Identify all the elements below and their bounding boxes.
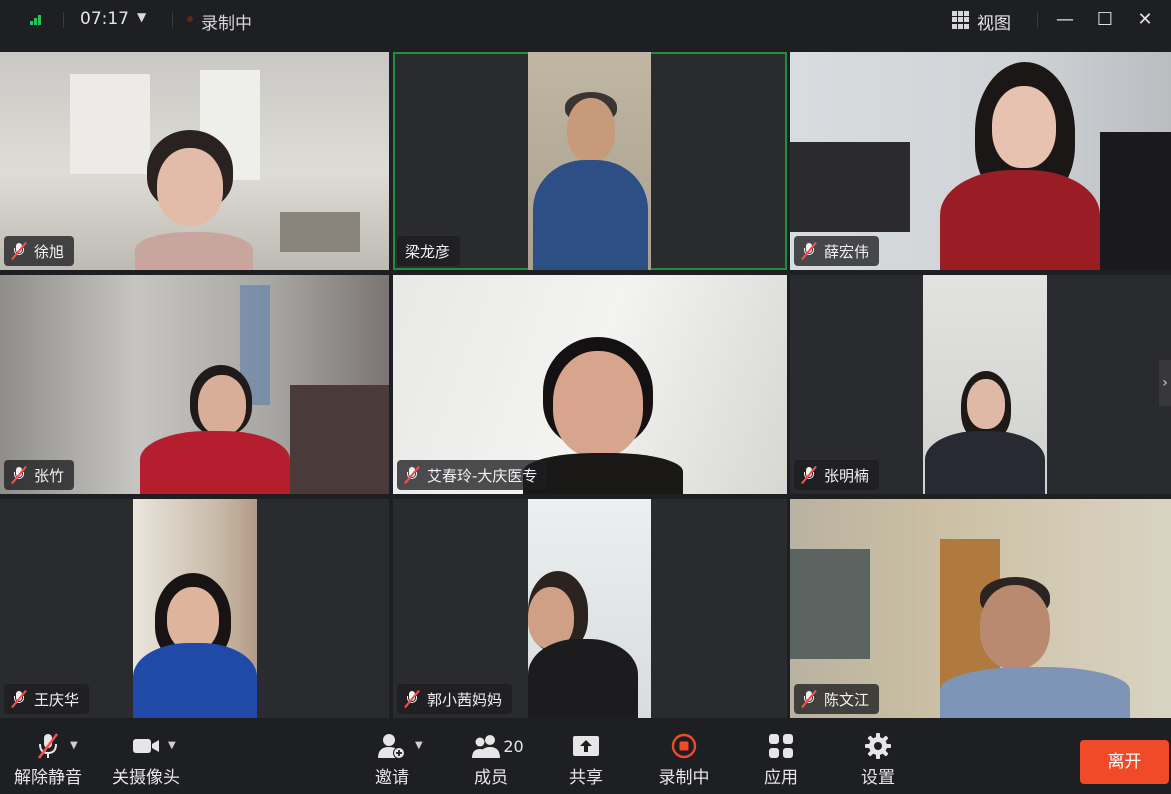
participant-name-tag: 薛宏伟	[794, 236, 880, 266]
mic-muted-icon: ▼	[6, 732, 90, 760]
participant-name-tag: 艾春玲-大庆医专	[397, 460, 548, 490]
share-screen-icon	[562, 732, 610, 760]
participant-name: 梁龙彦	[405, 242, 451, 261]
video-feed	[528, 499, 651, 718]
camera-label: 关摄像头	[112, 768, 180, 788]
window	[790, 549, 870, 659]
video-tile[interactable]: 张竹	[0, 275, 389, 494]
participant-name: 王庆华	[34, 690, 80, 709]
gear-icon	[854, 732, 902, 760]
video-feed	[923, 275, 1047, 494]
next-page-arrow-icon[interactable]: ›	[1159, 360, 1171, 406]
participant-name-tag: 王庆华	[4, 684, 90, 714]
participant-name-tag: 张竹	[4, 460, 75, 490]
unmute-label: 解除静音	[14, 768, 82, 788]
participant-name: 徐旭	[34, 242, 65, 261]
grid-view-icon[interactable]	[952, 11, 970, 29]
participant-name: 陈文江	[824, 690, 870, 709]
invite-label: 邀请	[375, 768, 409, 788]
settings-label: 设置	[861, 768, 895, 788]
divider	[63, 12, 64, 28]
members-button[interactable]: 20 成员	[466, 732, 530, 788]
apps-label: 应用	[764, 768, 798, 788]
participant-name-tag: 徐旭	[4, 236, 75, 266]
video-feed	[133, 499, 257, 718]
participant-silhouette	[925, 371, 1045, 494]
participant-silhouette	[140, 365, 290, 494]
recording-status: 录制中	[201, 14, 252, 34]
participant-silhouette	[940, 62, 1100, 270]
mic-muted-icon	[801, 689, 817, 709]
unmute-button[interactable]: ▼ 解除静音	[6, 732, 90, 788]
members-count: 20	[503, 736, 524, 756]
video-tile[interactable]: 陈文江	[790, 499, 1171, 718]
leave-meeting-button[interactable]: 离开	[1080, 740, 1169, 784]
record-label: 录制中	[658, 768, 710, 788]
mic-muted-icon	[11, 465, 27, 485]
printer	[790, 142, 910, 232]
participant-name-tag: 梁龙彦	[397, 236, 461, 266]
participant-silhouette	[135, 130, 255, 270]
apps-grid-icon	[757, 732, 805, 760]
video-feed	[528, 52, 651, 270]
divider	[172, 12, 173, 28]
mic-muted-icon	[801, 241, 817, 261]
participant-silhouette	[940, 577, 1130, 718]
mic-muted-icon	[801, 465, 817, 485]
participant-name-tag: 张明楠	[794, 460, 880, 490]
video-grid: 徐旭 梁龙彦 薛宏伟 张竹 艾春玲-大庆医专 张明楠 王庆华 郭小茜妈妈 陈文江…	[0, 52, 1171, 718]
video-tile[interactable]: 王庆华	[0, 499, 389, 718]
meeting-toolbar: ▼ 解除静音 ▼ 关摄像头 ▼ 邀请 20 成员 共享 录制中 应用 设置	[0, 718, 1171, 794]
video-tile[interactable]: 徐旭	[0, 52, 389, 270]
close-button[interactable]: ✕	[1130, 6, 1160, 34]
participant-silhouette	[133, 573, 257, 718]
apps-button[interactable]: 应用	[757, 732, 805, 788]
add-user-icon: ▼	[365, 732, 423, 760]
participant-name-tag: 郭小茜妈妈	[397, 684, 513, 714]
participant-name: 艾春玲-大庆医专	[427, 466, 538, 485]
record-button[interactable]: 录制中	[652, 732, 716, 788]
title-bar: 07:17 ▼ 录制中 视图 — ☐ ✕	[0, 0, 1171, 40]
participant-silhouette	[533, 92, 648, 270]
mic-muted-icon	[11, 689, 27, 709]
settings-button[interactable]: 设置	[854, 732, 902, 788]
share-screen-button[interactable]: 共享	[562, 732, 610, 788]
participant-silhouette	[528, 571, 638, 718]
video-tile[interactable]: 郭小茜妈妈	[393, 499, 787, 718]
video-tile[interactable]: 艾春玲-大庆医专	[393, 275, 787, 494]
participant-name: 张竹	[34, 466, 65, 485]
video-camera-icon: ▼	[104, 732, 188, 760]
mic-muted-icon	[404, 465, 420, 485]
mic-muted-icon	[11, 241, 27, 261]
chevron-down-icon[interactable]: ▼	[415, 740, 423, 751]
background-object	[290, 385, 389, 494]
members-label: 成员	[474, 768, 508, 788]
minimize-button[interactable]: —	[1050, 6, 1080, 34]
recording-dot-icon	[187, 16, 193, 22]
participant-name-tag: 陈文江	[794, 684, 880, 714]
desk	[280, 212, 360, 252]
stop-video-button[interactable]: ▼ 关摄像头	[104, 732, 188, 788]
members-icon: 20	[466, 732, 530, 760]
invite-button[interactable]: ▼ 邀请	[365, 732, 423, 788]
record-icon	[652, 732, 716, 760]
share-label: 共享	[569, 768, 603, 788]
video-tile[interactable]: 薛宏伟	[790, 52, 1171, 270]
chair	[1100, 132, 1171, 270]
chevron-down-icon[interactable]: ▼	[168, 740, 176, 751]
participant-name: 郭小茜妈妈	[427, 690, 503, 709]
mic-muted-icon	[404, 689, 420, 709]
divider	[1037, 12, 1038, 28]
maximize-button[interactable]: ☐	[1090, 6, 1120, 34]
view-button[interactable]: 视图	[977, 9, 1011, 34]
participant-name: 张明楠	[824, 466, 870, 485]
signal-strength-icon[interactable]	[30, 13, 46, 25]
video-tile-active-speaker[interactable]: 梁龙彦	[393, 52, 787, 270]
chevron-down-icon[interactable]: ▼	[70, 740, 78, 751]
participant-name: 薛宏伟	[824, 242, 870, 261]
meeting-time[interactable]: 07:17	[80, 9, 129, 29]
chevron-down-icon[interactable]: ▼	[137, 10, 146, 24]
video-tile[interactable]: 张明楠	[790, 275, 1171, 494]
